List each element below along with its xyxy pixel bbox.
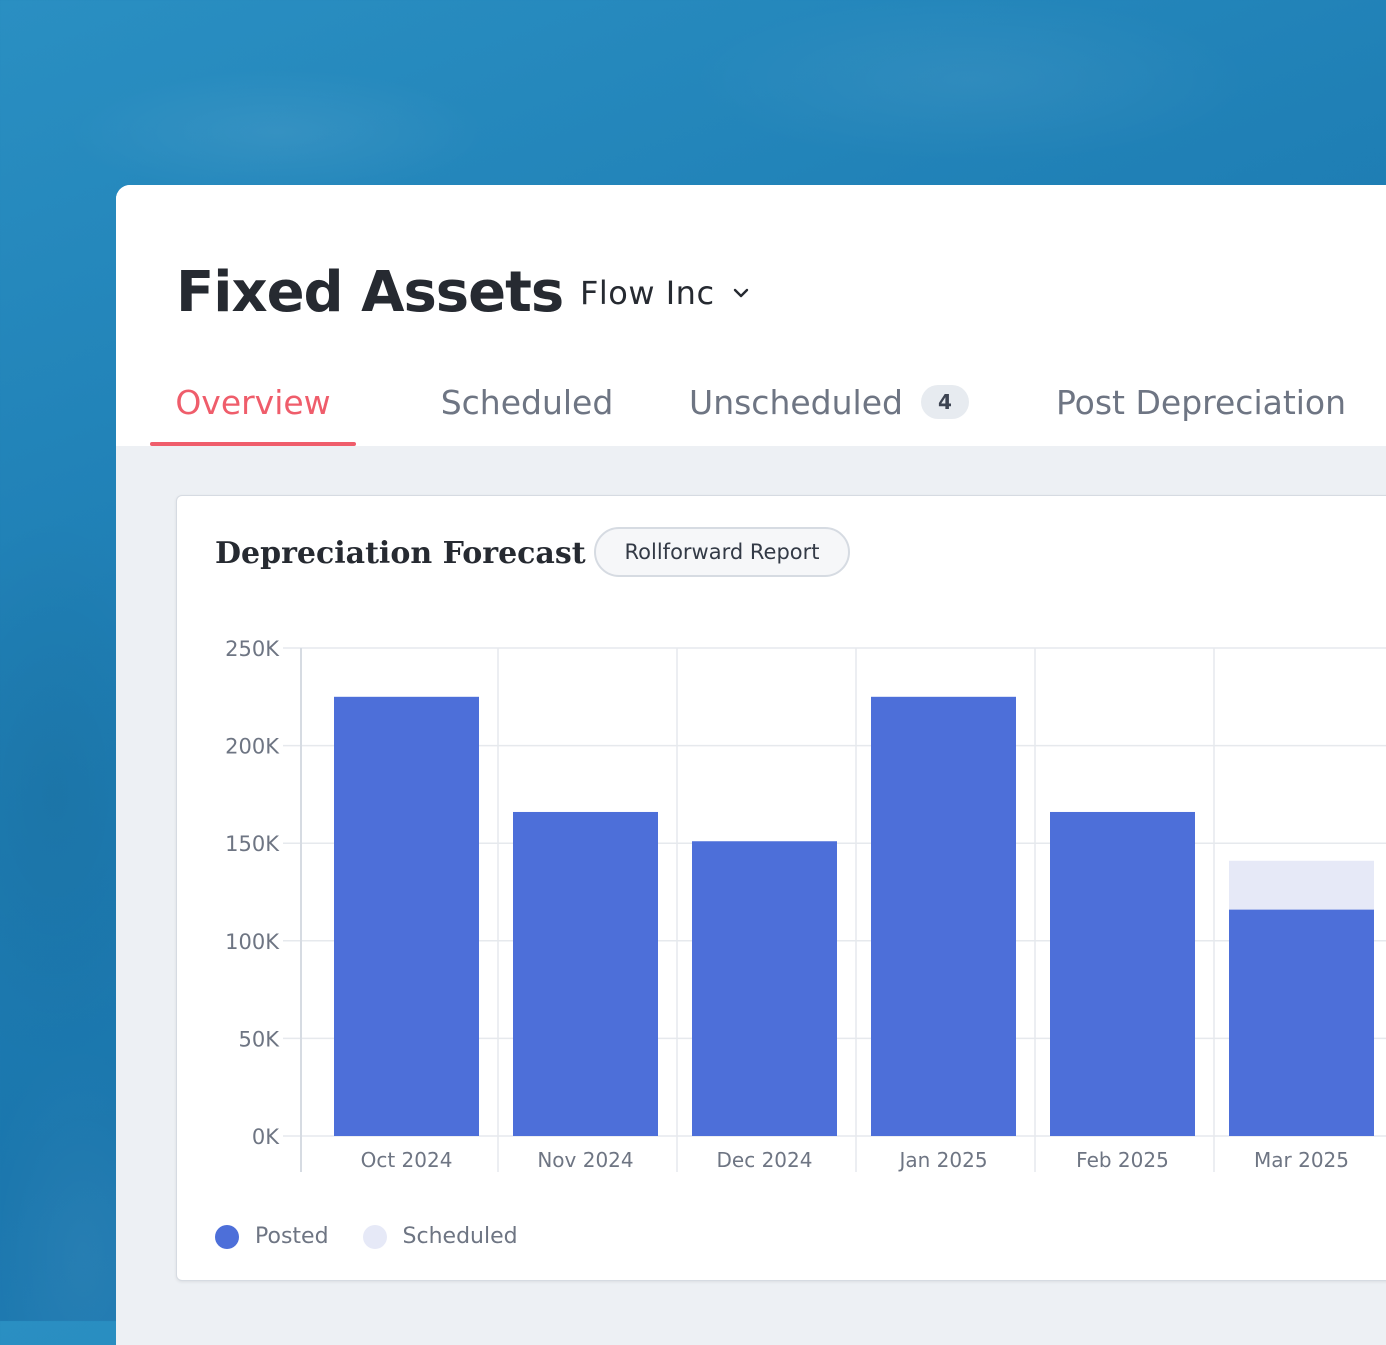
tab-unscheduled[interactable]: Unscheduled 4: [684, 371, 974, 446]
legend-label-posted: Posted: [255, 1224, 329, 1249]
x-tick-label: Feb 2025: [1076, 1148, 1169, 1172]
chart-legend: Posted Scheduled: [215, 1224, 552, 1249]
bar-posted: [692, 841, 837, 1136]
bar-posted: [871, 696, 1016, 1136]
x-tick-label: Dec 2024: [717, 1148, 813, 1172]
tab-bar: Overview Scheduled Unscheduled 4 Post De…: [150, 371, 1366, 446]
legend-item-scheduled: Scheduled: [362, 1224, 518, 1249]
y-tick-label: 150K: [225, 832, 280, 856]
chevron-down-icon: [733, 288, 748, 298]
tab-post-depreciation[interactable]: Post Depreciation: [1036, 371, 1366, 446]
app-window: Fixed Assets Flow Inc Overview Scheduled…: [116, 185, 1386, 1345]
y-tick-label: 200K: [225, 735, 280, 759]
bar-posted: [334, 696, 479, 1136]
entity-selector[interactable]: Flow Inc: [580, 271, 751, 315]
unscheduled-count-badge: 4: [920, 385, 969, 419]
tab-scheduled-label: Scheduled: [440, 383, 614, 422]
x-tick-label: Jan 2025: [897, 1148, 987, 1172]
y-tick-label: 250K: [225, 637, 280, 661]
legend-dot-posted: [215, 1224, 239, 1249]
bar-posted: [1229, 909, 1374, 1136]
entity-name: Flow Inc: [580, 274, 715, 312]
bar-posted: [1050, 811, 1195, 1136]
depreciation-chart: 0K 50K 100K 150K 200K 250K Oct 2024 Nov 2024 Dec…: [225, 637, 1386, 1172]
x-tick-label: Mar 2025: [1254, 1148, 1349, 1172]
y-tick-label: 50K: [239, 1027, 281, 1051]
tab-unscheduled-label: Unscheduled: [689, 383, 903, 422]
tab-overview-label: Overview: [175, 383, 331, 422]
legend-dot-scheduled: [362, 1224, 387, 1249]
depreciation-forecast-card: Depreciation Forecast Rollforward Report…: [176, 495, 1386, 1281]
bar-posted: [513, 811, 658, 1136]
tab-post-depreciation-label: Post Depreciation: [1055, 383, 1347, 422]
x-tick-label: Nov 2024: [537, 1148, 633, 1172]
legend-item-posted: Posted: [215, 1224, 329, 1249]
main-content: Depreciation Forecast Rollforward Report…: [116, 446, 1386, 1345]
legend-label-scheduled: Scheduled: [402, 1224, 518, 1249]
tab-scheduled[interactable]: Scheduled: [412, 371, 642, 446]
tab-overview[interactable]: Overview: [150, 371, 356, 446]
y-tick-label: 0K: [252, 1125, 280, 1149]
page-header: Fixed Assets Flow Inc Overview Scheduled…: [116, 185, 1386, 446]
y-tick-label: 100K: [225, 930, 280, 954]
page-title: Fixed Assets: [176, 260, 564, 325]
x-tick-label: Oct 2024: [361, 1148, 453, 1172]
bar-scheduled: [1229, 860, 1374, 910]
